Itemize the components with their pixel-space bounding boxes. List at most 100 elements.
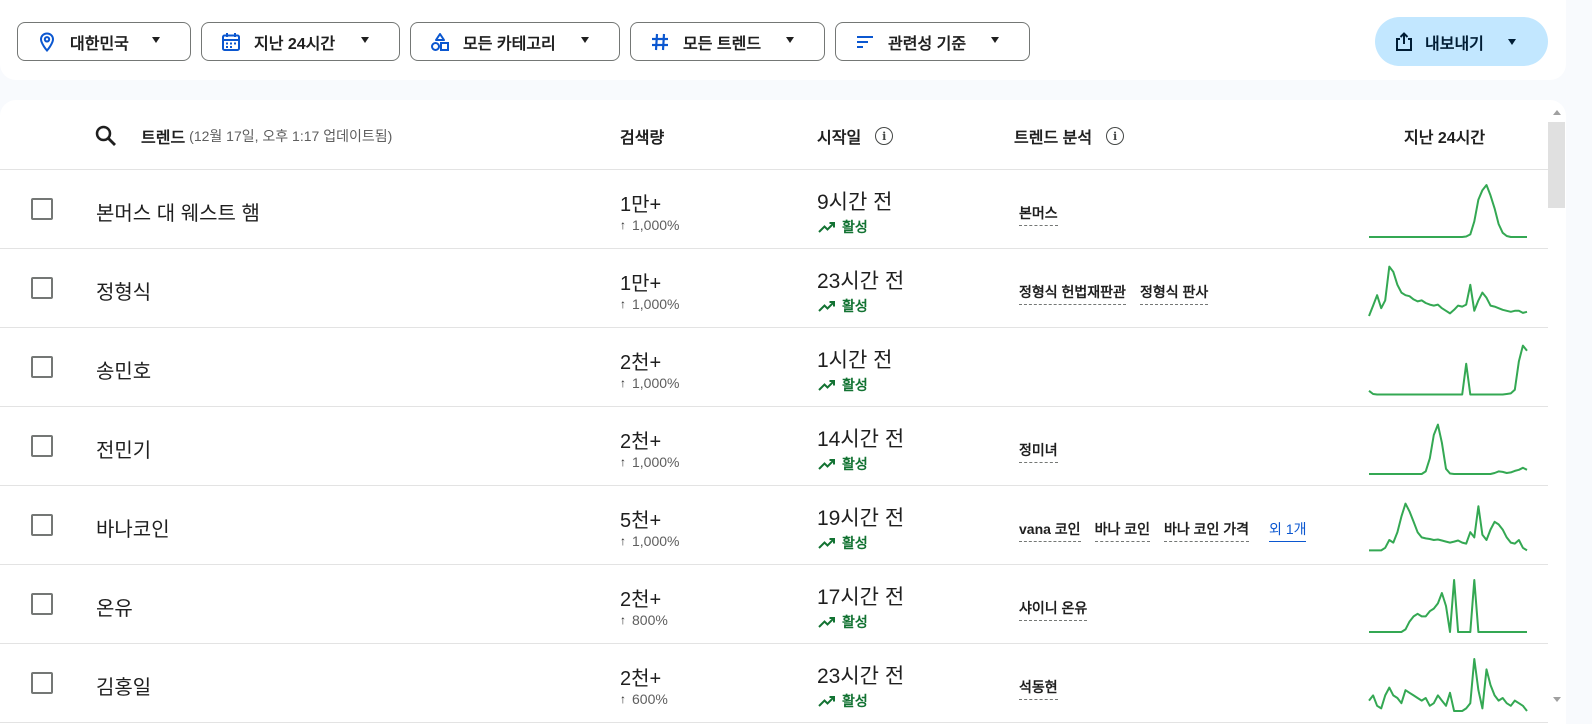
trend-name: 송민호 xyxy=(96,361,152,383)
table-row[interactable]: 정형식 1만+ ↑ 1,000% 23시간 전 활성 정형식 헌법재판관 정형식 판사 xyxy=(0,249,1548,328)
increase-percent: 1,000% xyxy=(632,454,680,470)
sparkline-series xyxy=(1368,344,1528,396)
row-checkbox[interactable] xyxy=(31,277,53,299)
trend-name: 전민기 xyxy=(96,440,152,462)
status-label: 활성 xyxy=(842,219,868,235)
table-row[interactable]: 본머스 대 웨스트 햄 1만+ ↑ 1,000% 9시간 전 활성 본머스 xyxy=(0,170,1548,249)
row-checkbox[interactable] xyxy=(31,514,53,536)
trending-up-icon xyxy=(818,538,835,549)
table-row[interactable]: 바나코인 5천+ ↑ 1,000% 19시간 전 활성 vana 코인 바나 코인 바나 코인 … xyxy=(0,486,1548,565)
status-label: 활성 xyxy=(842,456,868,472)
started-time: 17시간 전 xyxy=(817,586,905,609)
row-checkbox[interactable] xyxy=(31,198,53,220)
sparkline-series xyxy=(1369,579,1527,633)
table-row[interactable]: 온유 2천+ ↑ 800% 17시간 전 활성 샤이니 온유 xyxy=(0,565,1548,644)
scroll-down-arrow-icon[interactable] xyxy=(1553,697,1561,702)
breakdown-query-link[interactable]: 본머스 xyxy=(1019,203,1058,226)
sparkline-chart xyxy=(1369,423,1528,475)
table-row[interactable]: 송민호 2천+ ↑ 1,000% 1시간 전 활성 xyxy=(0,328,1548,407)
scroll-up-arrow-icon[interactable] xyxy=(1553,110,1561,115)
calendar-icon xyxy=(220,31,242,53)
breakdown-query-link[interactable]: 정형식 판사 xyxy=(1139,282,1209,305)
category-filter-button[interactable]: 모든 카테고리 xyxy=(410,22,620,61)
trending-up-icon xyxy=(818,696,835,707)
status-label: 활성 xyxy=(842,535,868,551)
breakdown-query-link[interactable]: 바나 코인 가격 xyxy=(1163,519,1250,542)
more-queries-link[interactable]: 외 1개 xyxy=(1269,519,1307,542)
search-volume: 2천+ xyxy=(620,431,662,453)
breakdown-query-link[interactable]: 샤이니 온유 xyxy=(1019,598,1088,621)
chevron-down-icon xyxy=(152,37,160,43)
scrollbar-thumb[interactable] xyxy=(1548,122,1565,208)
sparkline-chart xyxy=(1368,658,1528,712)
region-filter-label: 대한민국 xyxy=(70,35,129,53)
search-volume: 1만+ xyxy=(620,194,662,216)
info-icon[interactable]: i xyxy=(875,127,894,145)
header-started[interactable]: 시작일 i xyxy=(817,124,894,148)
increase-percent: 1,000% xyxy=(632,375,680,391)
trend-name: 김홍일 xyxy=(96,677,152,699)
row-checkbox[interactable] xyxy=(31,356,53,378)
volume-increase: ↑ 1,000% xyxy=(620,375,679,391)
export-button[interactable]: 내보내기 xyxy=(1375,17,1548,66)
search-volume: 2천+ xyxy=(620,352,662,374)
trends-table: 트렌드 (12월 17일, 오후 1:17 업데이트됨) 검색량 시작일 i 트… xyxy=(0,100,1566,724)
trend-breakdown: 샤이니 온유 xyxy=(1019,598,1101,621)
sparkline-chart xyxy=(1369,502,1528,552)
export-label: 내보내기 xyxy=(1425,35,1484,53)
sparkline-chart xyxy=(1369,579,1527,633)
region-filter-button[interactable]: 대한민국 xyxy=(17,22,191,61)
sparkline-series xyxy=(1368,265,1528,317)
status-badge: 활성 xyxy=(818,691,868,711)
table-header: 트렌드 (12월 17일, 오후 1:17 업데이트됨) 검색량 시작일 i 트… xyxy=(0,100,1548,170)
status-badge: 활성 xyxy=(818,296,868,316)
sparkline-series xyxy=(1369,502,1528,552)
trending-up-icon xyxy=(818,222,835,233)
location-pin-icon xyxy=(36,31,58,53)
search-volume: 2천+ xyxy=(620,589,662,611)
status-badge: 활성 xyxy=(818,533,868,553)
status-label: 활성 xyxy=(842,693,868,709)
trend-breakdown: vana 코인 바나 코인 바나 코인 가격 외 1개 xyxy=(1019,519,1320,542)
filter-bar: 대한민국 지난 24시간 모든 카테고리 모든 트렌드 관련성 기준 내보내기 xyxy=(0,0,1566,80)
status-label: 활성 xyxy=(842,298,868,314)
header-chart: 지난 24시간 xyxy=(1404,124,1485,148)
breakdown-query-link[interactable]: 정형식 헌법재판관 xyxy=(1019,282,1126,305)
trend-breakdown: 본머스 xyxy=(1019,203,1072,226)
row-checkbox[interactable] xyxy=(31,593,53,615)
breakdown-query-link[interactable]: 정미녀 xyxy=(1019,440,1058,463)
increase-percent: 1,000% xyxy=(632,217,680,233)
breakdown-query-link[interactable]: 석동현 xyxy=(1019,677,1058,700)
started-time: 23시간 전 xyxy=(817,665,905,688)
arrow-up-icon: ↑ xyxy=(620,534,626,548)
status-badge: 활성 xyxy=(818,612,868,632)
row-checkbox[interactable] xyxy=(31,672,53,694)
time-filter-button[interactable]: 지난 24시간 xyxy=(201,22,400,61)
trend-name: 본머스 대 웨스트 햄 xyxy=(96,203,260,225)
table-row[interactable]: 김홍일 2천+ ↑ 600% 23시간 전 활성 석동현 xyxy=(0,644,1548,723)
chevron-down-icon xyxy=(361,37,369,43)
sort-filter-button[interactable]: 관련성 기준 xyxy=(835,22,1030,61)
trend-name: 온유 xyxy=(96,598,133,620)
chevron-down-icon xyxy=(991,37,999,43)
chevron-down-icon xyxy=(1508,39,1516,45)
header-updated-time: (12월 17일, 오후 1:17 업데이트됨) xyxy=(189,128,393,144)
breakdown-query-link[interactable]: vana 코인 xyxy=(1019,519,1081,542)
trending-up-icon xyxy=(818,301,835,312)
header-started-label: 시작일 xyxy=(817,130,862,147)
sort-lines-icon xyxy=(854,31,876,53)
volume-increase: ↑ 1,000% xyxy=(620,454,679,470)
time-filter-label: 지난 24시간 xyxy=(254,35,336,53)
search-icon[interactable] xyxy=(94,124,118,153)
row-checkbox[interactable] xyxy=(31,435,53,457)
breakdown-query-link[interactable]: 바나 코인 xyxy=(1094,519,1150,542)
volume-increase: ↑ 1,000% xyxy=(620,533,679,549)
status-badge: 활성 xyxy=(818,217,868,237)
info-icon[interactable]: i xyxy=(1106,127,1125,145)
header-volume[interactable]: 검색량 xyxy=(620,124,664,148)
table-row[interactable]: 전민기 2천+ ↑ 1,000% 14시간 전 활성 정미녀 xyxy=(0,407,1548,486)
status-badge: 활성 xyxy=(818,375,868,395)
trend-type-filter-button[interactable]: 모든 트렌드 xyxy=(630,22,825,61)
sparkline-series xyxy=(1368,658,1528,712)
increase-percent: 1,000% xyxy=(632,533,680,549)
